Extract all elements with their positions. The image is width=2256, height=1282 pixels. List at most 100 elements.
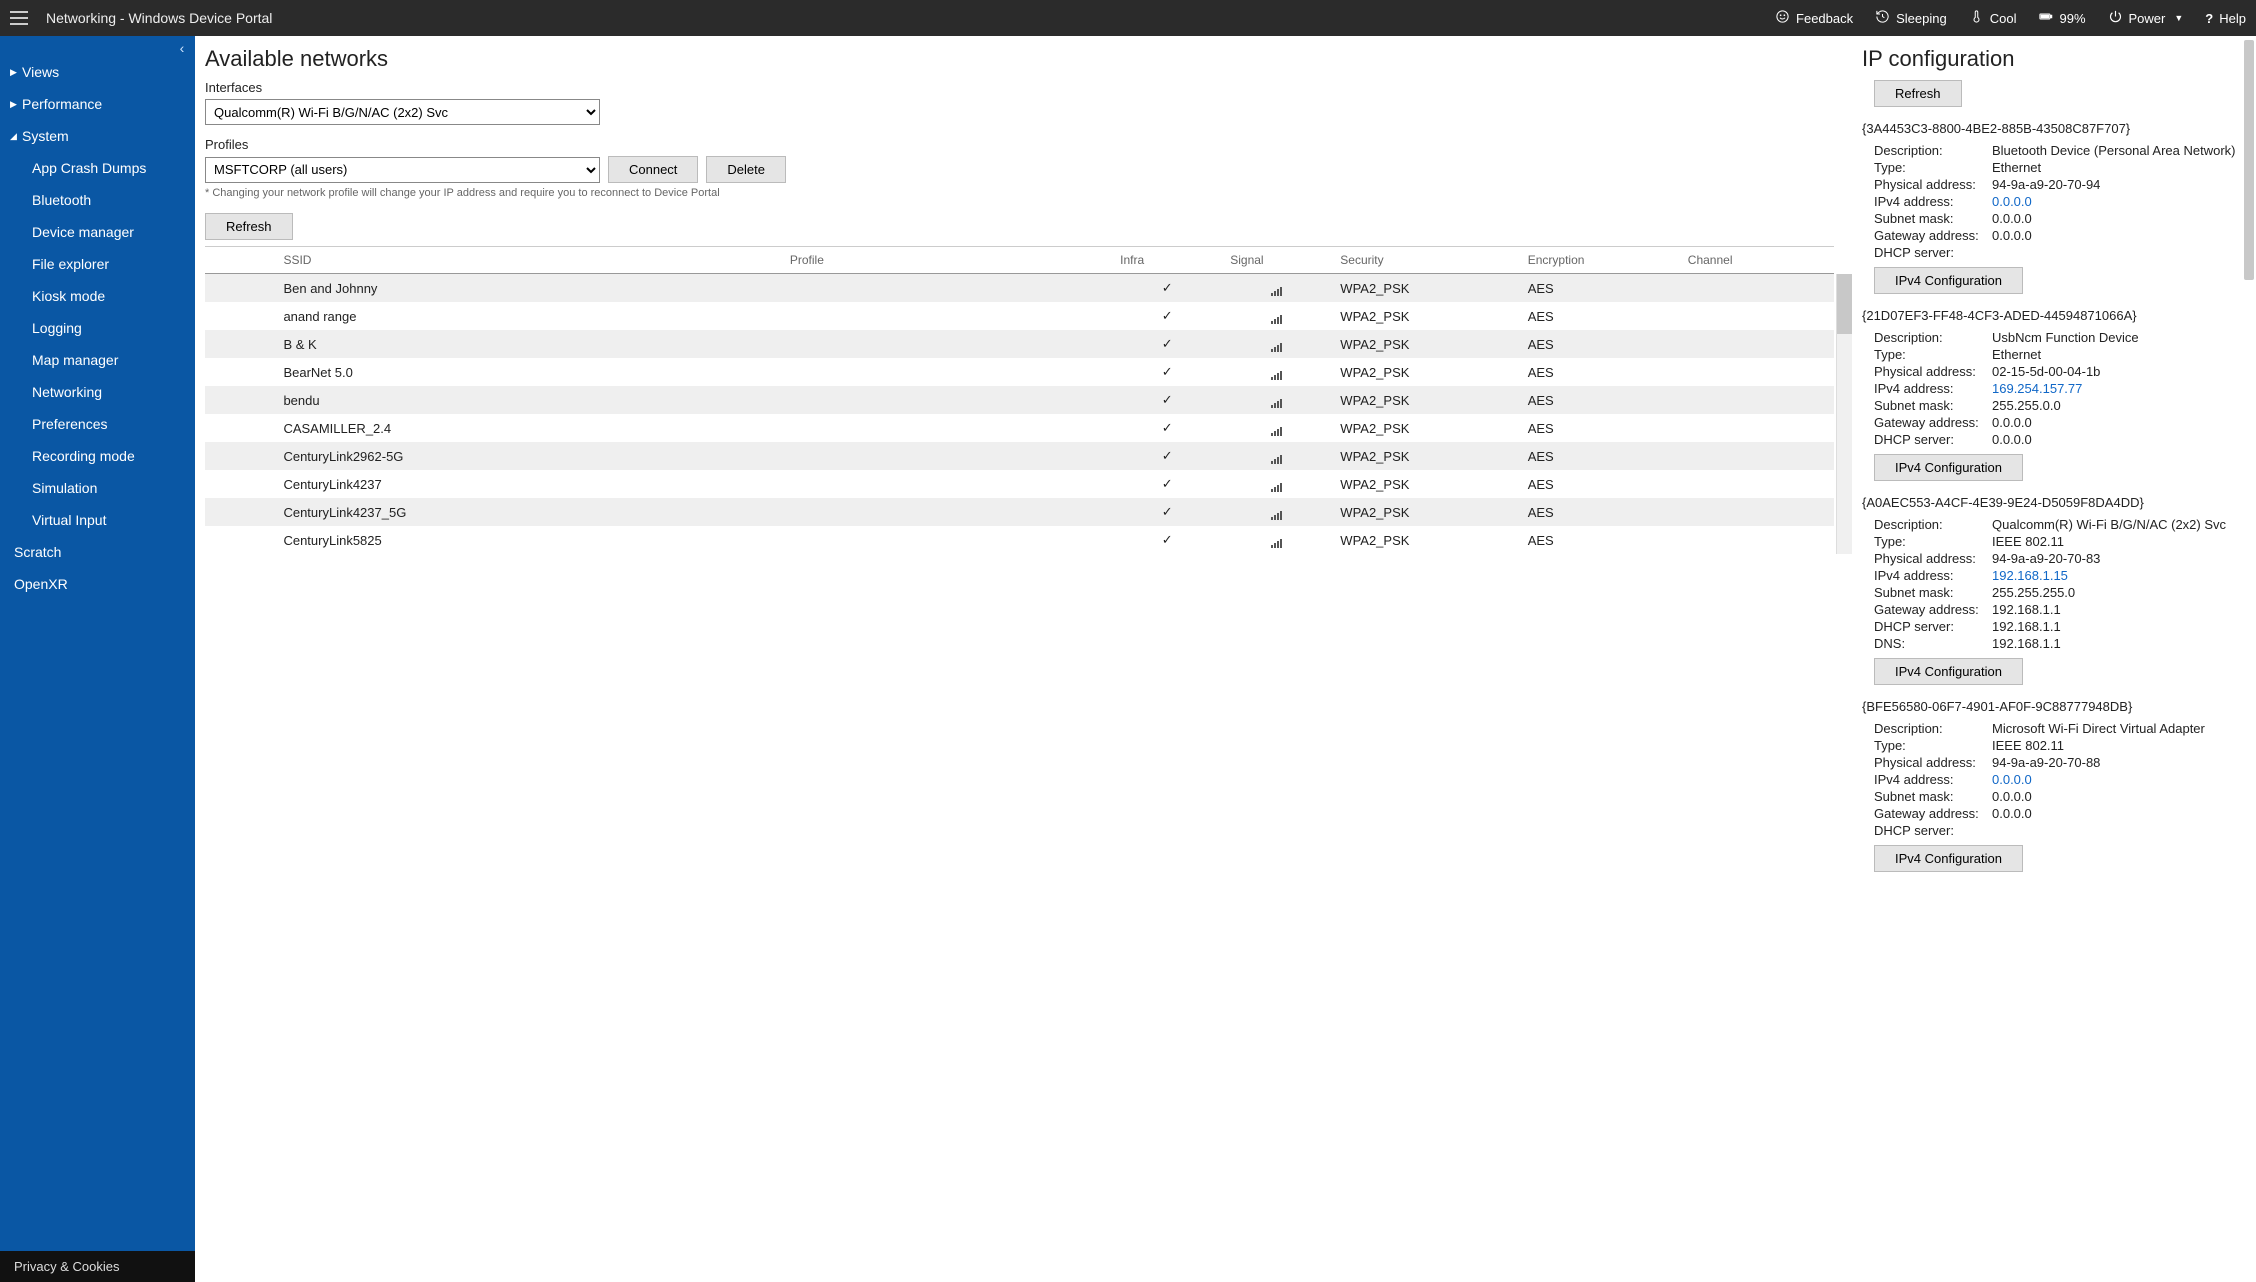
chevron-down-icon: ▼ (2174, 13, 2183, 23)
signal-icon (1271, 365, 1283, 380)
nav-item-bluetooth[interactable]: Bluetooth (0, 184, 195, 216)
kv-key: Physical address: (1874, 551, 1992, 566)
nav-item-virtual-input[interactable]: Virtual Input (0, 504, 195, 536)
nav-section-system[interactable]: ◢System (0, 120, 195, 152)
signal-icon (1271, 281, 1283, 296)
nav-item-kiosk-mode[interactable]: Kiosk mode (0, 280, 195, 312)
network-row[interactable]: CenturyLink4237_5G✓WPA2_PSKAES (205, 498, 1834, 526)
nav-item-simulation[interactable]: Simulation (0, 472, 195, 504)
topbar: Networking - Windows Device Portal Feedb… (0, 0, 2256, 36)
kv-value: 0.0.0.0 (1992, 211, 2242, 226)
help-button[interactable]: ? Help (2205, 11, 2246, 26)
channel-cell (1680, 302, 1834, 330)
privacy-link[interactable]: Privacy & Cookies (0, 1251, 195, 1282)
security-cell: WPA2_PSK (1332, 358, 1519, 386)
encryption-cell: AES (1520, 442, 1680, 470)
network-row[interactable]: Ben and Johnny✓WPA2_PSKAES (205, 274, 1834, 303)
network-row[interactable]: bendu✓WPA2_PSKAES (205, 386, 1834, 414)
power-menu[interactable]: Power ▼ (2108, 9, 2184, 27)
column-header[interactable]: Infra (1112, 247, 1222, 274)
infra-cell: ✓ (1112, 414, 1222, 442)
ssid-cell: BearNet 5.0 (275, 358, 781, 386)
signal-cell (1222, 330, 1332, 358)
column-header[interactable]: Channel (1680, 247, 1834, 274)
network-row[interactable]: BearNet 5.0✓WPA2_PSKAES (205, 358, 1834, 386)
nav-item-logging[interactable]: Logging (0, 312, 195, 344)
refresh-networks-button[interactable]: Refresh (205, 213, 293, 240)
triangle-icon: ▶ (10, 67, 20, 78)
nav-section-performance[interactable]: ▶Performance (0, 88, 195, 120)
nav-item-file-explorer[interactable]: File explorer (0, 248, 195, 280)
encryption-cell: AES (1520, 330, 1680, 358)
battery-status[interactable]: 99% (2038, 9, 2085, 27)
adapter-guid: {BFE56580-06F7-4901-AF0F-9C88777948DB} (1862, 699, 2242, 714)
signal-cell (1222, 358, 1332, 386)
thermal-status[interactable]: Cool (1969, 9, 2017, 27)
network-row[interactable]: B & K✓WPA2_PSKAES (205, 330, 1834, 358)
security-cell: WPA2_PSK (1332, 498, 1519, 526)
profile-cell (782, 442, 1112, 470)
encryption-cell: AES (1520, 386, 1680, 414)
nav-item-preferences[interactable]: Preferences (0, 408, 195, 440)
column-header[interactable]: Encryption (1520, 247, 1680, 274)
network-row[interactable]: CenturyLink4237✓WPA2_PSKAES (205, 470, 1834, 498)
kv-value: 0.0.0.0 (1992, 806, 2242, 821)
encryption-cell: AES (1520, 274, 1680, 303)
kv-key: Physical address: (1874, 177, 1992, 192)
nav-item-recording-mode[interactable]: Recording mode (0, 440, 195, 472)
nav-item-device-manager[interactable]: Device manager (0, 216, 195, 248)
kv-value: IEEE 802.11 (1992, 534, 2242, 549)
nav-item-map-manager[interactable]: Map manager (0, 344, 195, 376)
signal-cell (1222, 498, 1332, 526)
refresh-ipconfig-button[interactable]: Refresh (1874, 80, 1962, 107)
nav-section-scratch[interactable]: Scratch (0, 536, 195, 568)
column-header[interactable]: Signal (1222, 247, 1332, 274)
thermal-label: Cool (1990, 11, 2017, 26)
nav-item-app-crash-dumps[interactable]: App Crash Dumps (0, 152, 195, 184)
connect-button[interactable]: Connect (608, 156, 698, 183)
ipv4-configuration-button[interactable]: IPv4 Configuration (1874, 658, 2023, 685)
sleeping-status[interactable]: Sleeping (1875, 9, 1947, 27)
kv-value (1992, 245, 2242, 260)
adapter-block: {21D07EF3-FF48-4CF3-ADED-44594871066A}De… (1862, 308, 2242, 481)
nav-section-views[interactable]: ▶Views (0, 56, 195, 88)
hamburger-icon[interactable] (10, 11, 28, 25)
network-row[interactable]: anand range✓WPA2_PSKAES (205, 302, 1834, 330)
sidebar-collapse-button[interactable]: ‹ (173, 40, 191, 58)
profile-cell (782, 274, 1112, 303)
network-row[interactable]: CenturyLink2962-5G✓WPA2_PSKAES (205, 442, 1834, 470)
encryption-cell: AES (1520, 302, 1680, 330)
ssid-cell: CenturyLink5825 (275, 526, 781, 554)
kv-key: Description: (1874, 721, 1992, 736)
battery-icon (2038, 9, 2053, 27)
ssid-cell: Ben and Johnny (275, 274, 781, 303)
ipv4-configuration-button[interactable]: IPv4 Configuration (1874, 267, 2023, 294)
column-header[interactable] (205, 247, 275, 274)
rightpane-scrollbar[interactable] (2244, 40, 2254, 1278)
delete-button[interactable]: Delete (706, 156, 786, 183)
nav-section-openxr[interactable]: OpenXR (0, 568, 195, 600)
kv-key: Type: (1874, 534, 1992, 549)
kv-value: Microsoft Wi-Fi Direct Virtual Adapter (1992, 721, 2242, 736)
profiles-select[interactable]: MSFTCORP (all users) (205, 157, 600, 183)
column-header[interactable]: Profile (782, 247, 1112, 274)
power-label: Power (2129, 11, 2166, 26)
column-header[interactable]: Security (1332, 247, 1519, 274)
network-row[interactable]: CenturyLink5825✓WPA2_PSKAES (205, 526, 1834, 554)
channel-cell (1680, 442, 1834, 470)
kv-value: 255.255.0.0 (1992, 398, 2242, 413)
channel-cell (1680, 470, 1834, 498)
ipv4-configuration-button[interactable]: IPv4 Configuration (1874, 845, 2023, 872)
kv-value: 94-9a-a9-20-70-94 (1992, 177, 2242, 192)
networks-scrollbar[interactable] (1836, 274, 1852, 554)
kv-value: 192.168.1.1 (1992, 636, 2242, 651)
feedback-button[interactable]: Feedback (1775, 9, 1853, 27)
nav-item-networking[interactable]: Networking (0, 376, 195, 408)
ipv4-configuration-button[interactable]: IPv4 Configuration (1874, 454, 2023, 481)
network-row[interactable]: CASAMILLER_2.4✓WPA2_PSKAES (205, 414, 1834, 442)
ssid-cell: CenturyLink4237 (275, 470, 781, 498)
ssid-cell: anand range (275, 302, 781, 330)
infra-cell: ✓ (1112, 498, 1222, 526)
column-header[interactable]: SSID (275, 247, 781, 274)
interfaces-select[interactable]: Qualcomm(R) Wi-Fi B/G/N/AC (2x2) Svc (205, 99, 600, 125)
